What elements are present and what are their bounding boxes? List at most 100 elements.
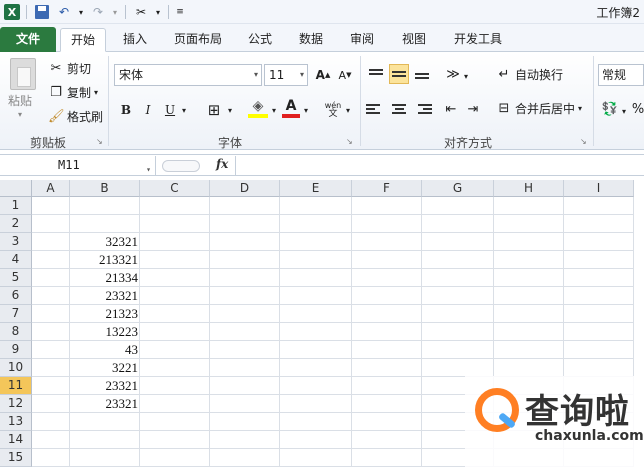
grid-cell[interactable] xyxy=(32,431,70,449)
align-top-icon[interactable] xyxy=(366,64,386,84)
grid-cell[interactable] xyxy=(564,233,634,251)
grid-cell[interactable] xyxy=(564,269,634,287)
insert-function-icon[interactable]: fx xyxy=(216,157,228,171)
grid-cell[interactable] xyxy=(32,377,70,395)
row-header[interactable]: 3 xyxy=(0,233,32,251)
grid-cell[interactable] xyxy=(352,395,422,413)
grid-cell[interactable] xyxy=(280,287,352,305)
row-header[interactable]: 6 xyxy=(0,287,32,305)
merge-center-button[interactable]: ⊟ 合并后居中 ▾ xyxy=(496,100,582,117)
alignment-launcher-icon[interactable]: ↘ xyxy=(580,137,587,146)
grid-cell[interactable] xyxy=(210,395,280,413)
grid-cell[interactable] xyxy=(280,251,352,269)
grid-cell[interactable] xyxy=(280,431,352,449)
grid-cell[interactable] xyxy=(32,197,70,215)
align-middle-icon[interactable] xyxy=(389,64,409,84)
grid-cell[interactable] xyxy=(280,413,352,431)
paste-label[interactable]: 粘贴 xyxy=(8,92,32,109)
tab-developer[interactable]: 开发工具 xyxy=(449,28,507,52)
grid-cell[interactable] xyxy=(140,233,210,251)
tab-file[interactable]: 文件 xyxy=(0,27,56,52)
tab-data[interactable]: 数据 xyxy=(294,28,328,52)
grid-cell[interactable] xyxy=(280,323,352,341)
column-header[interactable]: C xyxy=(140,180,210,197)
grid-cell[interactable] xyxy=(352,251,422,269)
paste-icon[interactable] xyxy=(10,58,36,90)
grid-cell[interactable] xyxy=(210,287,280,305)
align-right-icon[interactable] xyxy=(412,99,432,119)
grid-cell[interactable] xyxy=(210,305,280,323)
font-name-box[interactable]: 宋体 ▾ xyxy=(114,64,262,86)
row-header[interactable]: 2 xyxy=(0,215,32,233)
grid-cell[interactable] xyxy=(280,359,352,377)
grid-cell[interactable] xyxy=(32,251,70,269)
column-header[interactable]: H xyxy=(494,180,564,197)
grid-cell[interactable] xyxy=(210,449,280,467)
grid-cell[interactable] xyxy=(352,287,422,305)
copy-button[interactable]: ❐ 复制 ▾ xyxy=(48,84,98,101)
phonetic-guide-icon[interactable]: wén 文 xyxy=(322,100,344,120)
grid-cell[interactable] xyxy=(422,233,494,251)
customize-qat-icon[interactable]: ≡ xyxy=(175,3,185,21)
grid-cell[interactable] xyxy=(210,197,280,215)
underline-dropdown-icon[interactable]: ▾ xyxy=(180,100,188,120)
italic-button[interactable]: I xyxy=(140,100,156,120)
grid-cell[interactable] xyxy=(352,449,422,467)
number-format-box[interactable]: 常规 xyxy=(598,64,644,86)
grid-cell[interactable] xyxy=(422,287,494,305)
grid-cell[interactable] xyxy=(352,233,422,251)
grid-cell[interactable] xyxy=(32,395,70,413)
font-color-icon[interactable]: A xyxy=(282,98,300,118)
grid-cell[interactable] xyxy=(352,323,422,341)
row-header[interactable]: 5 xyxy=(0,269,32,287)
grid-cell[interactable] xyxy=(494,197,564,215)
row-header[interactable]: 14 xyxy=(0,431,32,449)
orientation-dropdown-icon[interactable]: ▾ xyxy=(462,66,470,86)
fill-color-icon[interactable]: ◈ xyxy=(248,98,268,118)
borders-icon[interactable]: ⊞ xyxy=(204,100,224,120)
grid-cell[interactable] xyxy=(280,341,352,359)
custom-tool-dropdown-icon[interactable]: ▾ xyxy=(154,3,162,21)
grid-cell[interactable] xyxy=(352,269,422,287)
tab-review[interactable]: 审阅 xyxy=(345,28,379,52)
grid-cell[interactable] xyxy=(280,269,352,287)
tab-view[interactable]: 视图 xyxy=(397,28,431,52)
grid-cell[interactable] xyxy=(494,323,564,341)
accounting-format-icon[interactable]: 💱 xyxy=(600,99,620,119)
grid-cell[interactable] xyxy=(280,197,352,215)
percent-icon[interactable]: % xyxy=(632,99,644,119)
grid-cell[interactable] xyxy=(280,233,352,251)
grid-cell[interactable] xyxy=(210,323,280,341)
accounting-dropdown-icon[interactable]: ▾ xyxy=(620,101,628,121)
grid-cell[interactable] xyxy=(140,359,210,377)
grid-cell[interactable] xyxy=(280,377,352,395)
grid-cell[interactable] xyxy=(140,431,210,449)
grid-cell[interactable] xyxy=(140,449,210,467)
grid-cell[interactable] xyxy=(140,305,210,323)
name-box[interactable]: M11 ▾ xyxy=(2,156,156,175)
grid-cell[interactable] xyxy=(422,215,494,233)
grid-cell[interactable] xyxy=(280,449,352,467)
row-header[interactable]: 15 xyxy=(0,449,32,467)
borders-dropdown-icon[interactable]: ▾ xyxy=(226,100,234,120)
column-header[interactable]: E xyxy=(280,180,352,197)
grid-cell[interactable] xyxy=(32,449,70,467)
tab-formulas[interactable]: 公式 xyxy=(243,28,277,52)
grid-cell[interactable] xyxy=(422,269,494,287)
align-bottom-icon[interactable] xyxy=(412,64,432,84)
increase-indent-icon[interactable]: ⇥ xyxy=(464,99,482,119)
shrink-font-button[interactable]: A ▼ xyxy=(336,65,354,85)
redo-dropdown-icon[interactable]: ▾ xyxy=(111,3,119,21)
tab-page-layout[interactable]: 页面布局 xyxy=(170,28,226,52)
undo-dropdown-icon[interactable]: ▾ xyxy=(77,3,85,21)
grid-cell[interactable] xyxy=(494,215,564,233)
grid-cell[interactable] xyxy=(564,197,634,215)
underline-button[interactable]: U xyxy=(162,100,178,120)
grid-cell[interactable] xyxy=(352,305,422,323)
grid-cell[interactable] xyxy=(210,269,280,287)
grid-cell[interactable] xyxy=(140,269,210,287)
grid-cell[interactable] xyxy=(494,287,564,305)
fill-color-dropdown-icon[interactable]: ▾ xyxy=(270,100,278,120)
row-header[interactable]: 11 xyxy=(0,377,32,395)
grid-cell[interactable] xyxy=(564,341,634,359)
